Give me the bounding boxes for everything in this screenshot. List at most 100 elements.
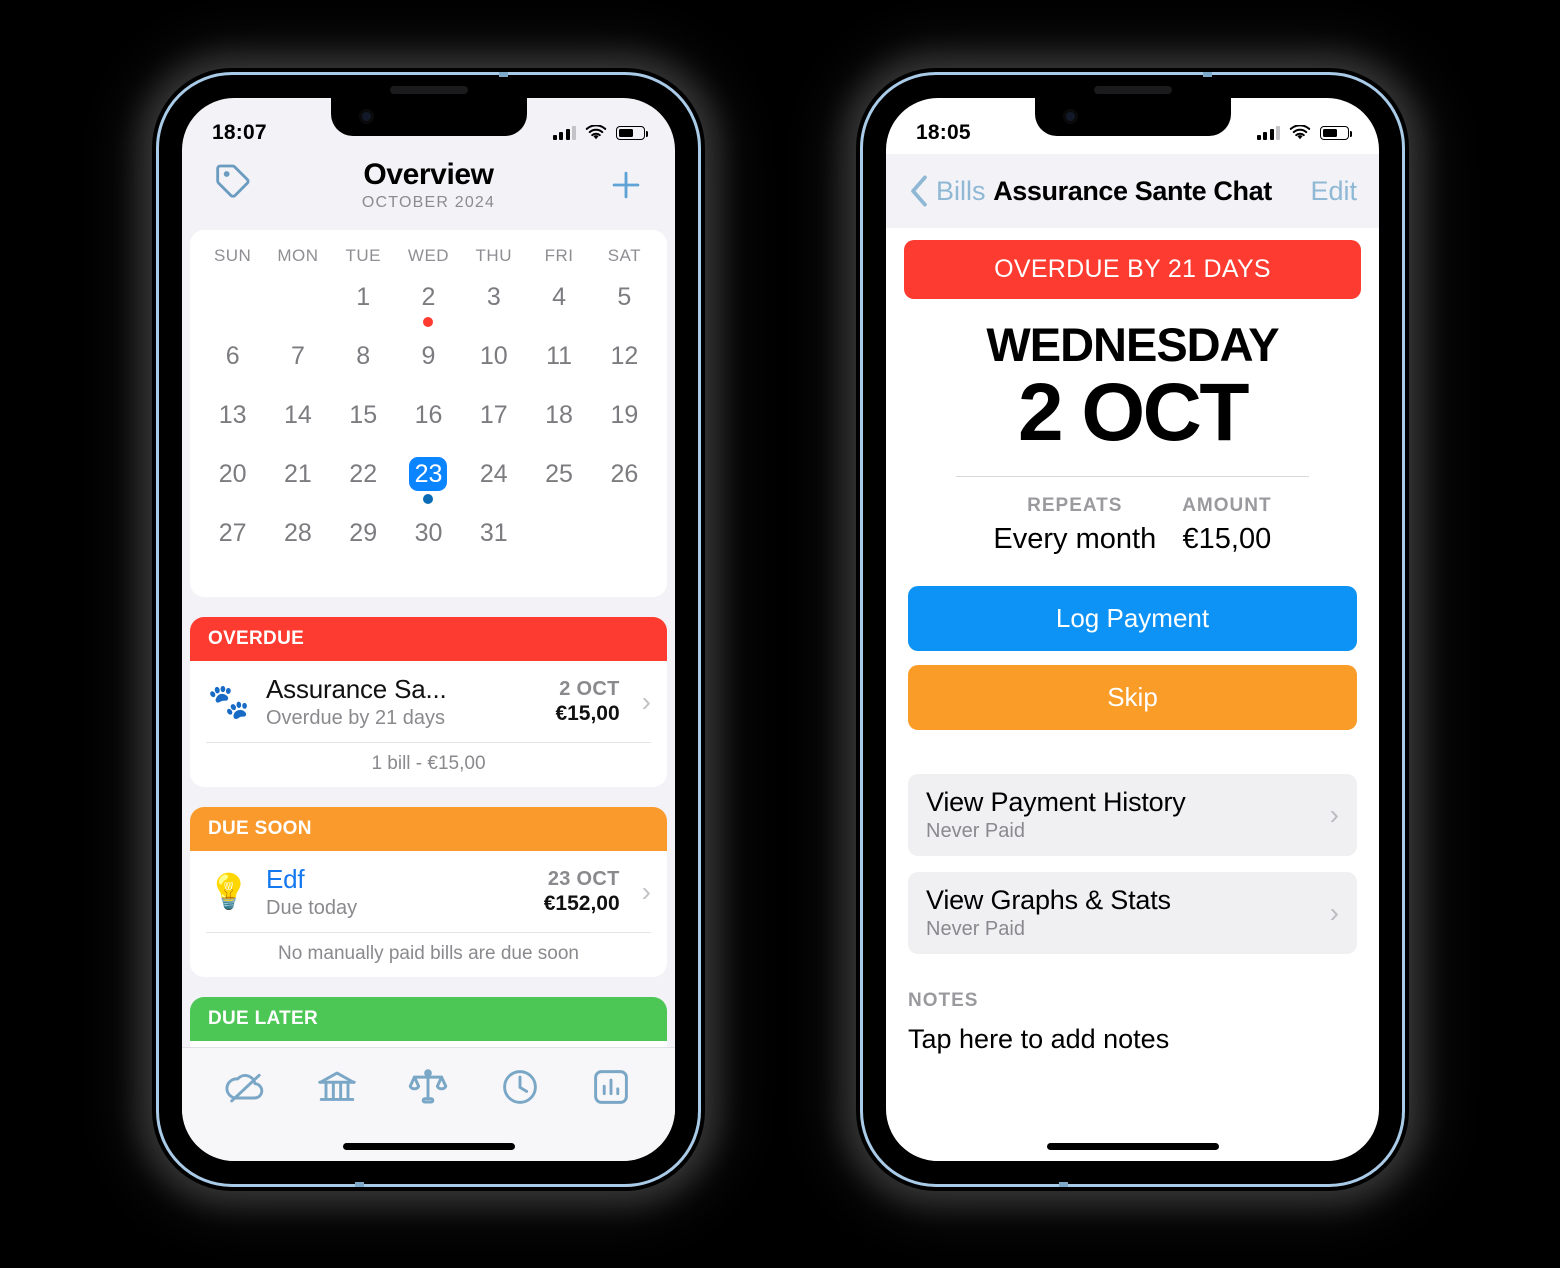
calendar-day-number: 7 — [290, 342, 305, 370]
calendar-day-17[interactable]: 17 — [461, 398, 526, 457]
calendar-day-1[interactable]: 1 — [331, 280, 396, 339]
calendar-day-number: 26 — [610, 460, 639, 488]
calendar-day-13[interactable]: 13 — [200, 398, 265, 457]
calendar-day-number: 2 — [421, 283, 436, 311]
scales-icon[interactable] — [406, 1065, 450, 1114]
calendar-day-number: 29 — [349, 519, 378, 547]
calendar-day-26[interactable]: 26 — [592, 457, 657, 516]
bill-name: Assurance Sa... — [266, 674, 447, 704]
notes-label: NOTES — [908, 989, 979, 1011]
calendar-weekday: WED — [407, 246, 450, 265]
calendar-day-number: 31 — [479, 519, 508, 547]
calendar-day-29[interactable]: 29 — [331, 516, 396, 575]
calendar-day-number: 24 — [479, 460, 508, 488]
calendar-day-number: 19 — [610, 401, 639, 429]
bill-row[interactable]: 💡 Edf Due today 23 OCT €152,00 › — [190, 851, 667, 932]
calendar-day-number: 14 — [284, 401, 312, 429]
calendar-day-number: 5 — [617, 283, 632, 311]
log-payment-button[interactable]: Log Payment — [908, 585, 1357, 651]
calendar-day-22[interactable]: 22 — [331, 457, 396, 516]
calendar-day-30[interactable]: 30 — [396, 516, 461, 575]
view-graphs-stats-row[interactable]: View Graphs & Stats Never Paid › — [908, 871, 1357, 954]
status-badge: OVERDUE BY 21 DAYS — [904, 240, 1361, 299]
battery-icon — [616, 126, 649, 140]
calendar-day-11[interactable]: 11 — [526, 339, 591, 398]
calendar-event-dot — [423, 494, 434, 504]
plus-icon[interactable] — [603, 162, 649, 208]
calendar-day-7[interactable]: 7 — [265, 339, 330, 398]
calendar-day-18[interactable]: 18 — [526, 398, 591, 457]
calendar-day-8[interactable]: 8 — [331, 339, 396, 398]
calendar-day-15[interactable]: 15 — [331, 398, 396, 457]
chevron-right-icon: › — [1329, 896, 1339, 928]
earpiece-speaker — [389, 86, 468, 94]
calendar-weekday: SAT — [607, 246, 641, 265]
home-indicator — [886, 1131, 1379, 1161]
calendar-day-number: 25 — [545, 460, 573, 488]
meta-value: €15,00 — [1182, 522, 1272, 555]
calendar-day-2[interactable]: 2 — [396, 280, 461, 339]
row-text: View Payment History Never Paid — [926, 787, 1186, 843]
edit-button[interactable]: Edit — [1310, 176, 1357, 207]
calendar-day-25[interactable]: 25 — [526, 457, 591, 516]
bill-row[interactable]: 🐾 Assurance Sa... Overdue by 21 days 2 OCT €… — [190, 661, 667, 742]
meta-label: AMOUNT — [1182, 494, 1272, 516]
back-label: Bills — [936, 175, 986, 206]
tag-icon[interactable] — [210, 158, 256, 204]
notes-input[interactable]: Tap here to add notes — [908, 1024, 1379, 1055]
overview-scroll-area[interactable]: SUN MON TUE WED THU FRI SAT 1 2 3 4 5 6 7 8 9 10 11 12 13 1… — [182, 228, 675, 1047]
calendar-day-number: 18 — [545, 401, 573, 429]
calendar-day-9[interactable]: 9 — [396, 339, 461, 398]
cloud-slash-icon[interactable] — [224, 1065, 268, 1114]
calendar-weekday: MON — [277, 246, 319, 265]
calendar-day-grid[interactable]: 1 2 3 4 5 6 7 8 9 10 11 12 13 14 15 16 17 18 19 20 21 22 23 24 2… — [200, 280, 657, 575]
meta-row: REPEATS Every month AMOUNT €15,00 — [886, 495, 1379, 556]
calendar-day-3[interactable]: 3 — [461, 280, 526, 339]
bank-icon[interactable] — [315, 1065, 359, 1114]
section-footer: 1 bill - €15,00 — [206, 742, 651, 787]
calendar-day-number: 1 — [356, 283, 371, 311]
calendar-day-number: 15 — [349, 401, 378, 429]
calendar-day-21[interactable]: 21 — [265, 457, 330, 516]
calendar-day-20[interactable]: 20 — [200, 457, 265, 516]
bill-text: Edf Due today — [266, 864, 530, 920]
bill-sections: OVERDUE 🐾 Assurance Sa... Overdue by 21 day… — [182, 617, 675, 1047]
calendar-day-number: 6 — [225, 342, 240, 370]
detail-weekday: WEDNESDAY — [986, 318, 1279, 371]
row-text: View Graphs & Stats Never Paid — [926, 885, 1171, 941]
bar-chart-icon[interactable] — [589, 1065, 633, 1114]
bill-status: Overdue by 21 days — [266, 707, 445, 729]
tab-bar[interactable] — [182, 1047, 675, 1131]
section-header: DUE SOON — [190, 807, 667, 851]
row-subtitle: Never Paid — [926, 819, 1025, 842]
status-indicators — [552, 125, 649, 141]
calendar-weekday: SUN — [213, 246, 252, 265]
calendar-day-19[interactable]: 19 — [592, 398, 657, 457]
calendar-day-5[interactable]: 5 — [592, 280, 657, 339]
calendar-day-number: 13 — [218, 401, 247, 429]
bill-amount-block: 2 OCT €15,00 — [555, 678, 619, 726]
calendar-day-23[interactable]: 23 — [396, 457, 461, 516]
calendar-day-27[interactable]: 27 — [200, 516, 265, 575]
calendar-day-4[interactable]: 4 — [526, 280, 591, 339]
calendar-event-dot — [423, 317, 434, 327]
calendar-weekday: FRI — [544, 246, 574, 265]
back-button[interactable]: Bills — [908, 174, 986, 208]
calendar-day-28[interactable]: 28 — [265, 516, 330, 575]
meta-value: Every month — [993, 522, 1157, 555]
calendar-day-16[interactable]: 16 — [396, 398, 461, 457]
clock-icon[interactable] — [498, 1065, 542, 1114]
calendar-day-24[interactable]: 24 — [461, 457, 526, 516]
calendar-day-12[interactable]: 12 — [592, 339, 657, 398]
calendar-day-6[interactable]: 6 — [200, 339, 265, 398]
calendar-blank-cell — [200, 280, 265, 339]
view-payment-history-row[interactable]: View Payment History Never Paid › — [908, 773, 1357, 856]
calendar-day-10[interactable]: 10 — [461, 339, 526, 398]
calendar-day-31[interactable]: 31 — [461, 516, 526, 575]
cellular-bars-icon — [552, 126, 576, 140]
skip-button[interactable]: Skip — [908, 664, 1357, 730]
calendar-day-number: 22 — [349, 460, 378, 488]
bill-section-due-later: DUE LATER — [190, 997, 667, 1047]
front-camera-icon — [358, 109, 374, 124]
calendar-day-14[interactable]: 14 — [265, 398, 330, 457]
